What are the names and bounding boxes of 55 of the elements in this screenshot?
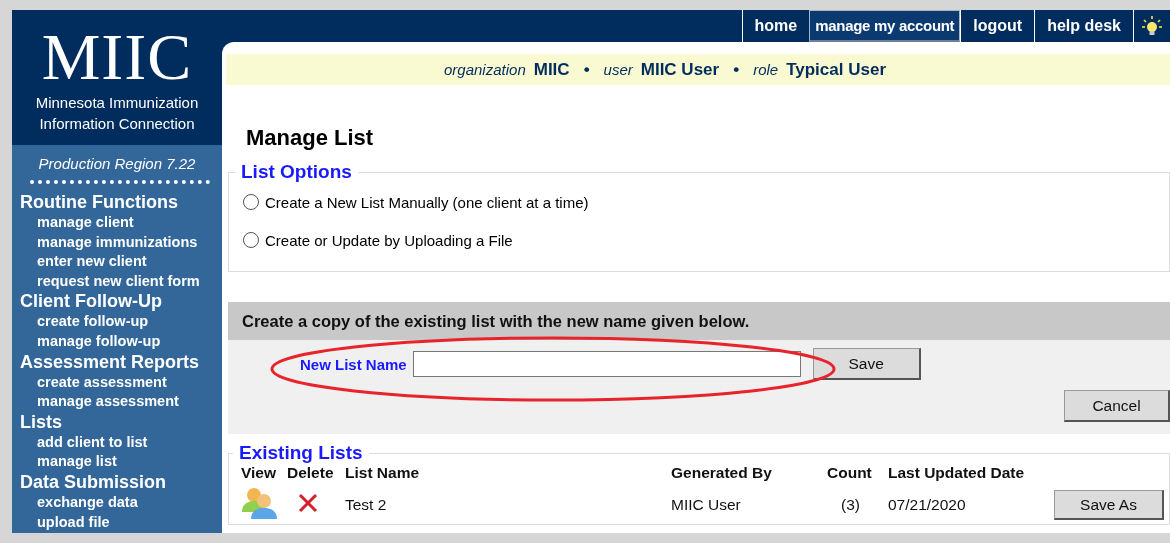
table-cell-text: (3) xyxy=(840,496,861,514)
radio-button[interactable] xyxy=(243,194,259,210)
cancel-button[interactable]: Cancel xyxy=(1064,390,1170,422)
separator-dot: • xyxy=(583,59,590,80)
sidebar-link[interactable]: manage assessment xyxy=(20,392,222,412)
radio-button[interactable] xyxy=(243,232,259,248)
sidebar-heading: Assessment Reports xyxy=(20,351,201,373)
option-label[interactable]: Create a New List Manually (one client at a time) xyxy=(265,193,589,211)
table-cell-text: MIIC User xyxy=(671,496,742,514)
sidebar-link[interactable]: enter new client xyxy=(20,252,222,272)
sidebar-heading: Data Submission xyxy=(20,471,168,493)
section-legend: List Options xyxy=(235,161,358,183)
save-button[interactable]: Save xyxy=(812,348,921,380)
save-as-button[interactable]: Save As xyxy=(1054,490,1164,520)
panel-header: Create a copy of the existing list with the new name given below. xyxy=(228,302,1170,340)
column-header: List Name xyxy=(345,464,421,483)
logo-subtitle: Minnesota Immunization Information Connection xyxy=(34,93,200,134)
column-header: Delete xyxy=(287,464,335,483)
page-title: Manage List xyxy=(246,125,375,151)
region-label: Production Region 7.22 xyxy=(37,155,197,172)
table-cell-text: 07/21/2020 xyxy=(888,496,967,514)
list-name-field[interactable] xyxy=(412,351,801,377)
option-label[interactable]: Create or Update by Uploading a File xyxy=(265,231,513,249)
sidebar-heading: Lists xyxy=(20,411,63,433)
sidebar-link[interactable]: exchange data xyxy=(20,492,222,513)
sidebar-heading: Client Follow-Up xyxy=(20,291,163,313)
table-cell-text: Test 2 xyxy=(345,496,388,514)
context-label: role xyxy=(753,61,779,78)
context-value: MIIC User xyxy=(640,59,720,80)
column-header: View xyxy=(241,464,278,483)
sidebar-link[interactable]: add client to list xyxy=(20,432,222,453)
lightbulb-icon[interactable] xyxy=(1141,15,1163,37)
context-label: user xyxy=(603,61,633,78)
column-header: Generated By xyxy=(671,464,773,483)
delete-icon[interactable] xyxy=(297,492,319,514)
sidebar-link[interactable]: upload file xyxy=(20,512,222,533)
field-label: New List Name xyxy=(300,355,407,373)
context-label: organization xyxy=(444,61,526,78)
column-header: Count xyxy=(827,464,873,483)
sidebar-link[interactable]: create follow-up xyxy=(20,312,222,332)
sidebar-heading: Routine Functions xyxy=(20,192,179,213)
people-icon[interactable] xyxy=(241,486,277,520)
logo-title: MIIC xyxy=(41,24,193,90)
nav-tab[interactable]: manage my account xyxy=(809,10,961,42)
section-legend: Existing Lists xyxy=(233,442,369,464)
sidebar-link[interactable]: request new client form xyxy=(20,271,222,292)
context-value: Typical User xyxy=(786,59,886,80)
sidebar-link[interactable]: manage immunizations xyxy=(20,232,222,253)
column-header: Last Updated Date xyxy=(888,464,1026,483)
sidebar-link[interactable]: manage follow-up xyxy=(20,331,222,352)
sidebar-link[interactable]: create assessment xyxy=(20,372,222,393)
sidebar-link[interactable]: manage client xyxy=(20,213,222,233)
context-value: MIIC xyxy=(533,59,570,80)
separator-dot: • xyxy=(733,59,740,80)
sidebar-link[interactable]: manage list xyxy=(20,452,222,472)
